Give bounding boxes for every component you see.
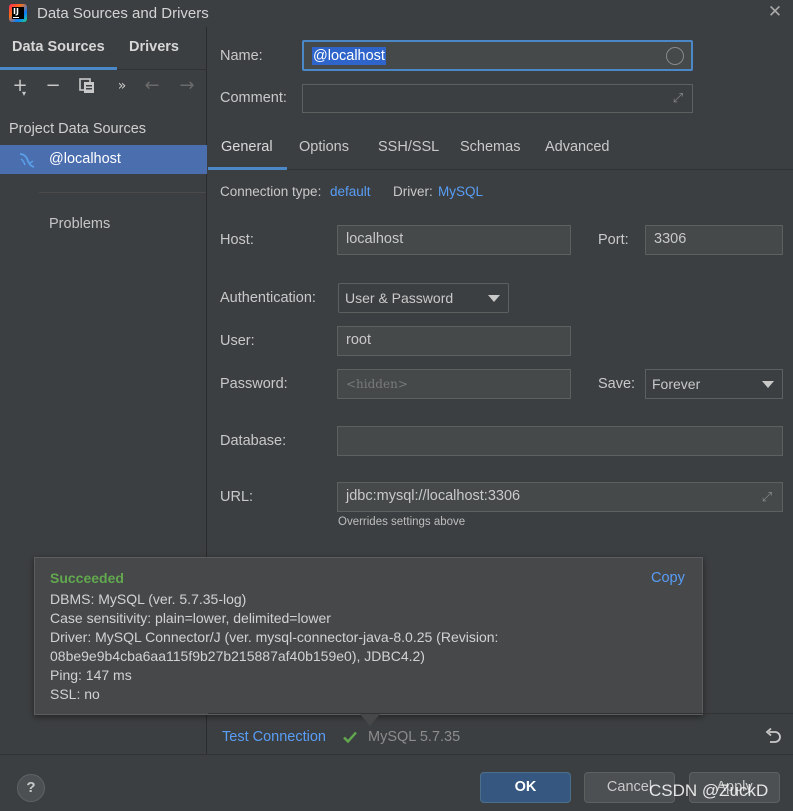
forward-icon[interactable]: → [176, 75, 198, 97]
test-version-text: MySQL 5.7.35 [368, 729, 461, 745]
user-label: User: [220, 333, 255, 349]
copy-link[interactable]: Copy [651, 570, 685, 586]
tab-data-sources[interactable]: Data Sources [12, 39, 105, 55]
color-circle-icon[interactable] [666, 47, 684, 65]
save-label: Save: [598, 376, 636, 392]
active-tab-indicator [0, 67, 117, 70]
url-input[interactable]: jdbc:mysql://localhost:3306 ⤢ [337, 482, 783, 512]
database-input[interactable] [337, 426, 783, 456]
divider [39, 192, 206, 193]
port-input[interactable]: 3306 [645, 225, 783, 255]
chevron-down-icon [762, 381, 774, 388]
user-input[interactable]: root [337, 326, 571, 356]
tab-ssh-ssl[interactable]: SSH/SSL [378, 139, 439, 155]
tab-options[interactable]: Options [299, 139, 349, 155]
tab-advanced[interactable]: Advanced [545, 139, 610, 155]
connection-type-label: Connection type: [220, 184, 322, 199]
mysql-dolphin-icon [19, 153, 35, 168]
tab-schemas[interactable]: Schemas [460, 139, 520, 155]
name-label: Name: [220, 48, 263, 64]
url-label: URL: [220, 489, 254, 505]
help-button[interactable]: ? [17, 774, 45, 802]
host-input[interactable]: localhost [337, 225, 571, 255]
expand-icon[interactable]: ⤢ [670, 90, 686, 106]
chevron-down-icon [488, 295, 500, 302]
authentication-label: Authentication: [220, 290, 316, 306]
tab-divider [208, 169, 793, 170]
divider [208, 713, 793, 714]
comment-input[interactable]: ⤢ [302, 84, 693, 113]
password-label: Password: [220, 376, 288, 392]
database-label: Database: [220, 433, 287, 449]
popup-line: Driver: MySQL Connector/J (ver. mysql-co… [50, 629, 499, 645]
checkmark-icon [343, 731, 357, 744]
connection-type-link[interactable]: default [330, 184, 371, 199]
url-value: jdbc:mysql://localhost:3306 [346, 488, 521, 504]
popup-line: SSL: no [50, 686, 100, 702]
duplicate-icon[interactable] [76, 75, 98, 97]
authentication-value: User & Password [345, 290, 454, 306]
password-input[interactable]: <hidden> [337, 369, 571, 399]
active-tab-indicator [208, 167, 287, 170]
ok-button[interactable]: OK [480, 772, 571, 803]
save-select[interactable]: Forever [645, 369, 783, 399]
url-hint: Overrides settings above [338, 516, 466, 528]
driver-link[interactable]: MySQL [438, 184, 483, 199]
remove-icon[interactable]: − [42, 75, 64, 97]
host-label: Host: [220, 232, 254, 248]
watermark: CSDN @ZuckD [649, 781, 769, 800]
comment-label: Comment: [220, 90, 287, 106]
revert-icon[interactable] [763, 726, 783, 746]
tab-general[interactable]: General [221, 139, 273, 155]
test-result-popup: Succeeded Copy DBMS: MySQL (ver. 5.7.35-… [34, 557, 703, 715]
sidebar-item-label: @localhost [49, 151, 121, 167]
expand-icon[interactable]: ⤢ [759, 489, 775, 505]
popup-line: 08be9e9b4cba6aa115f9b27b215887af40b159e0… [50, 648, 425, 664]
tab-drivers[interactable]: Drivers [129, 39, 179, 55]
name-input[interactable]: @localhost [302, 40, 693, 71]
popup-line: DBMS: MySQL (ver. 5.7.35-log) [50, 591, 247, 607]
status-text: Succeeded [50, 570, 124, 586]
popup-line: Case sensitivity: plain=lower, delimited… [50, 610, 331, 626]
window-title: Data Sources and Drivers [37, 5, 209, 22]
section-title: Project Data Sources [9, 121, 147, 137]
port-label: Port: [598, 232, 629, 248]
sidebar-item-localhost[interactable]: @localhost [0, 145, 207, 174]
add-icon[interactable]: + ▾ [9, 75, 31, 98]
more-icon[interactable]: » [111, 75, 133, 97]
sidebar-item-problems[interactable]: Problems [49, 216, 110, 232]
popup-pointer [360, 714, 380, 726]
test-connection-link[interactable]: Test Connection [222, 729, 326, 745]
name-value: @localhost [312, 47, 386, 65]
back-icon[interactable]: ← [141, 75, 163, 97]
driver-label: Driver: [393, 184, 433, 199]
authentication-select[interactable]: User & Password [338, 283, 509, 313]
save-value: Forever [652, 376, 701, 392]
divider [0, 754, 793, 755]
close-icon[interactable]: ✕ [764, 2, 786, 24]
intellij-logo-icon: IJ [9, 4, 27, 22]
popup-line: Ping: 147 ms [50, 667, 132, 683]
